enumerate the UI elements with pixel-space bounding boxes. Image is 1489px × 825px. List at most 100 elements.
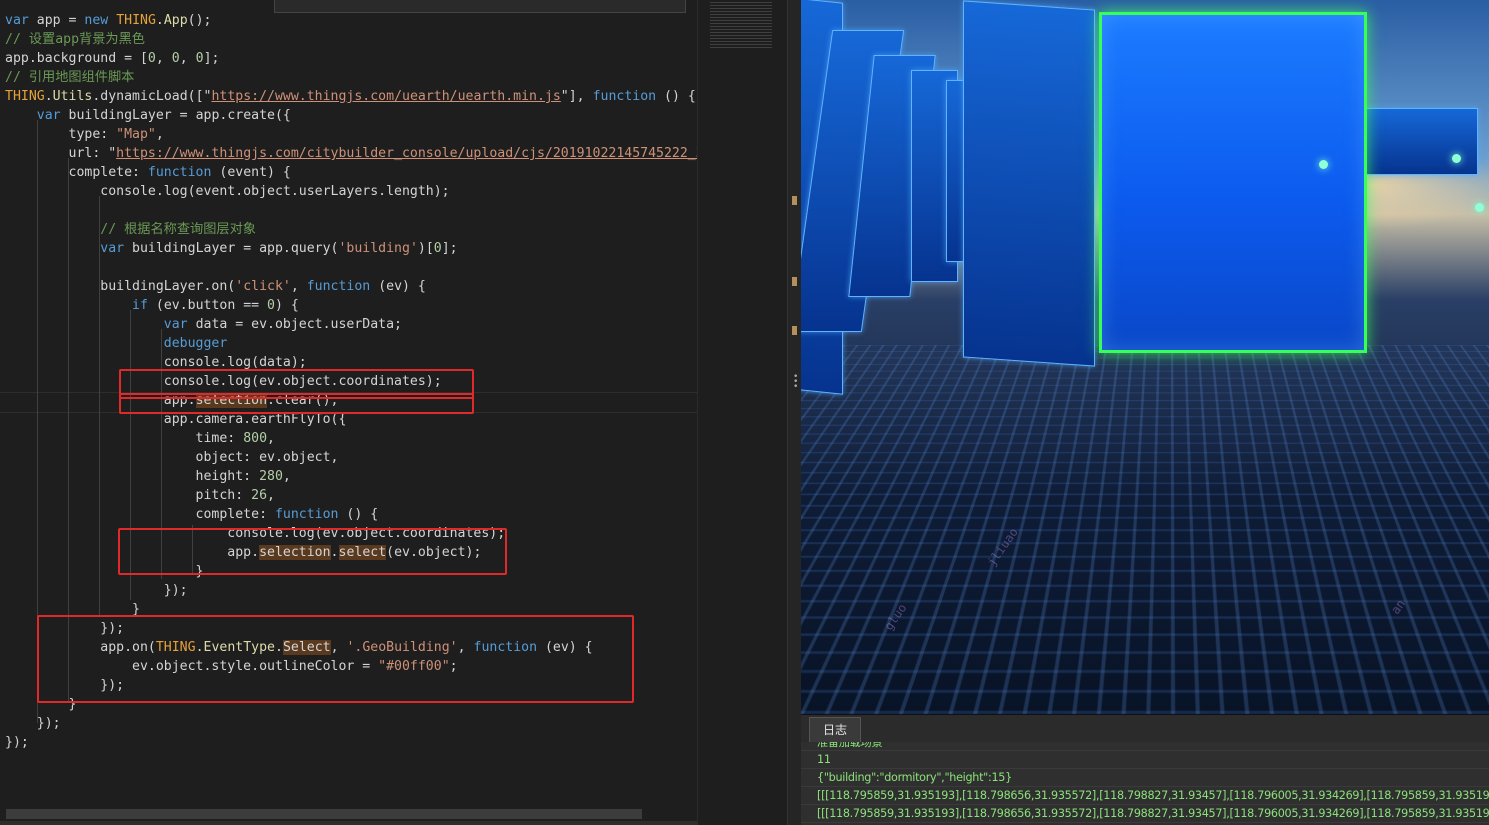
code-token: // 设置app背景为黑色: [5, 32, 145, 47]
code-token: console.log(event.object.userLayers.leng…: [5, 184, 450, 199]
code-line[interactable]: var app = new THING.App();: [5, 11, 720, 30]
code-token: buildingLayer = app.create({: [61, 108, 291, 123]
minimap-preview: [710, 2, 772, 50]
code-token: 'building': [338, 241, 417, 256]
scroll-marker: [792, 196, 797, 205]
code-token: type:: [5, 127, 116, 142]
code-token: // 根据名称查询图层对象: [100, 222, 256, 237]
log-panel: 日志 准备加载场景 11 {"building":"dormitory","heig…: [801, 714, 1489, 825]
city-ground-grid: [801, 345, 1489, 714]
code-token: App: [164, 13, 188, 28]
code-line[interactable]: complete: function () {: [5, 505, 720, 524]
code-line[interactable]: debugger: [5, 334, 720, 353]
code-token: complete:: [5, 507, 275, 522]
code-token: console.log(data);: [5, 355, 307, 370]
code-line[interactable]: // 根据名称查询图层对象: [5, 220, 720, 239]
vertical-scrollbar[interactable]: • • •: [787, 0, 802, 825]
code-token: https://www.thingjs.com/citybuilder_cons…: [116, 146, 719, 161]
code-line[interactable]: if (ev.button == 0) {: [5, 296, 720, 315]
code-token: height:: [5, 469, 259, 484]
code-token: });: [5, 716, 61, 731]
code-line[interactable]: pitch: 26,: [5, 486, 720, 505]
tab-log[interactable]: 日志: [809, 717, 861, 742]
code-editor[interactable]: var app = new THING.App();// 设置app背景为黑色 a…: [0, 0, 697, 825]
code-token: [5, 108, 37, 123]
code-token: THING: [116, 13, 156, 28]
code-token: var: [5, 13, 29, 28]
code-line[interactable]: [5, 258, 720, 277]
building-block[interactable]: [1366, 108, 1478, 175]
building-block[interactable]: [963, 0, 1095, 366]
code-line[interactable]: });: [5, 581, 720, 600]
horizontal-scrollbar[interactable]: [6, 809, 642, 819]
code-line[interactable]: url: "https://www.thingjs.com/citybuilde…: [5, 144, 720, 163]
code-line[interactable]: time: 800,: [5, 429, 720, 448]
code-token: ,: [156, 127, 164, 142]
log-line: 11: [801, 751, 1489, 769]
code-line[interactable]: var buildingLayer = app.query('building'…: [5, 239, 720, 258]
code-token: .dynamicLoad([": [92, 89, 211, 104]
code-token: ,: [291, 279, 307, 294]
code-token: new: [84, 13, 108, 28]
code-token: THING: [5, 89, 45, 104]
code-token: var: [164, 317, 188, 332]
code-token: 0: [172, 51, 180, 66]
code-line[interactable]: // 引用地图组件脚本: [5, 68, 720, 87]
code-token: ];: [442, 241, 458, 256]
code-token: 800: [243, 431, 267, 446]
annotation-box-selection-clear: [119, 393, 474, 414]
log-line: 准备加载场景: [801, 742, 1489, 751]
code-line[interactable]: });: [5, 714, 720, 733]
code-token: "],: [561, 89, 593, 104]
code-token: ];: [204, 51, 220, 66]
marker-dot: [1475, 203, 1484, 212]
code-token: url: ": [5, 146, 116, 161]
3d-scene-viewport[interactable]: ova jliuao gluo an: [801, 0, 1489, 714]
code-minimap[interactable]: [697, 0, 788, 825]
log-output[interactable]: 准备加载场景 11 {"building":"dormitory","height"…: [801, 742, 1489, 825]
code-token: [5, 241, 100, 256]
code-token: https://www.thingjs.com/uearth/uearth.mi…: [211, 89, 560, 104]
code-token: 0: [267, 298, 275, 313]
status-bar: [0, 821, 697, 825]
log-line: [[[118.795859,31.935193],[118.798656,31.…: [801, 805, 1489, 823]
code-token: 280: [259, 469, 283, 484]
code-token: var: [100, 241, 124, 256]
code-token: app.background = [: [5, 51, 148, 66]
code-line[interactable]: buildingLayer.on('click', function (ev) …: [5, 277, 720, 296]
code-token: ,: [156, 51, 172, 66]
code-token: buildingLayer.on(: [5, 279, 235, 294]
code-line[interactable]: console.log(event.object.userLayers.leng…: [5, 182, 720, 201]
code-token: time:: [5, 431, 243, 446]
code-line[interactable]: THING.Utils.dynamicLoad(["https://www.th…: [5, 87, 720, 106]
code-token: if: [132, 298, 148, 313]
code-token: 'click': [235, 279, 291, 294]
code-line[interactable]: var buildingLayer = app.create({: [5, 106, 720, 125]
code-token: )[: [418, 241, 434, 256]
code-token: [5, 336, 164, 351]
code-token: ,: [267, 431, 275, 446]
code-token: [108, 13, 116, 28]
code-token: ,: [180, 51, 196, 66]
log-line: [[[118.795859,31.935193],[118.798656,31.…: [801, 787, 1489, 805]
code-line[interactable]: type: "Map",: [5, 125, 720, 144]
code-line[interactable]: object: ev.object,: [5, 448, 720, 467]
code-line[interactable]: });: [5, 733, 720, 752]
code-token: 0: [196, 51, 204, 66]
code-token: object: ev.object,: [5, 450, 338, 465]
code-line[interactable]: app.background = [0, 0, 0];: [5, 49, 720, 68]
selected-building[interactable]: [1099, 12, 1367, 353]
code-token: (event) {: [211, 165, 290, 180]
code-line[interactable]: var data = ev.object.userData;: [5, 315, 720, 334]
code-token: function: [307, 279, 371, 294]
code-token: function: [148, 165, 212, 180]
splitter-grip-icon[interactable]: • • •: [793, 375, 798, 390]
code-line[interactable]: [5, 201, 720, 220]
code-line[interactable]: complete: function (event) {: [5, 163, 720, 182]
code-token: (ev.button ==: [148, 298, 267, 313]
app-window: var app = new THING.App(); // 设置app背景为黑色 a…: [0, 0, 1489, 825]
code-token: ) {: [275, 298, 299, 313]
code-line[interactable]: // 设置app背景为黑色: [5, 30, 720, 49]
code-token: .: [45, 89, 53, 104]
code-line[interactable]: height: 280,: [5, 467, 720, 486]
